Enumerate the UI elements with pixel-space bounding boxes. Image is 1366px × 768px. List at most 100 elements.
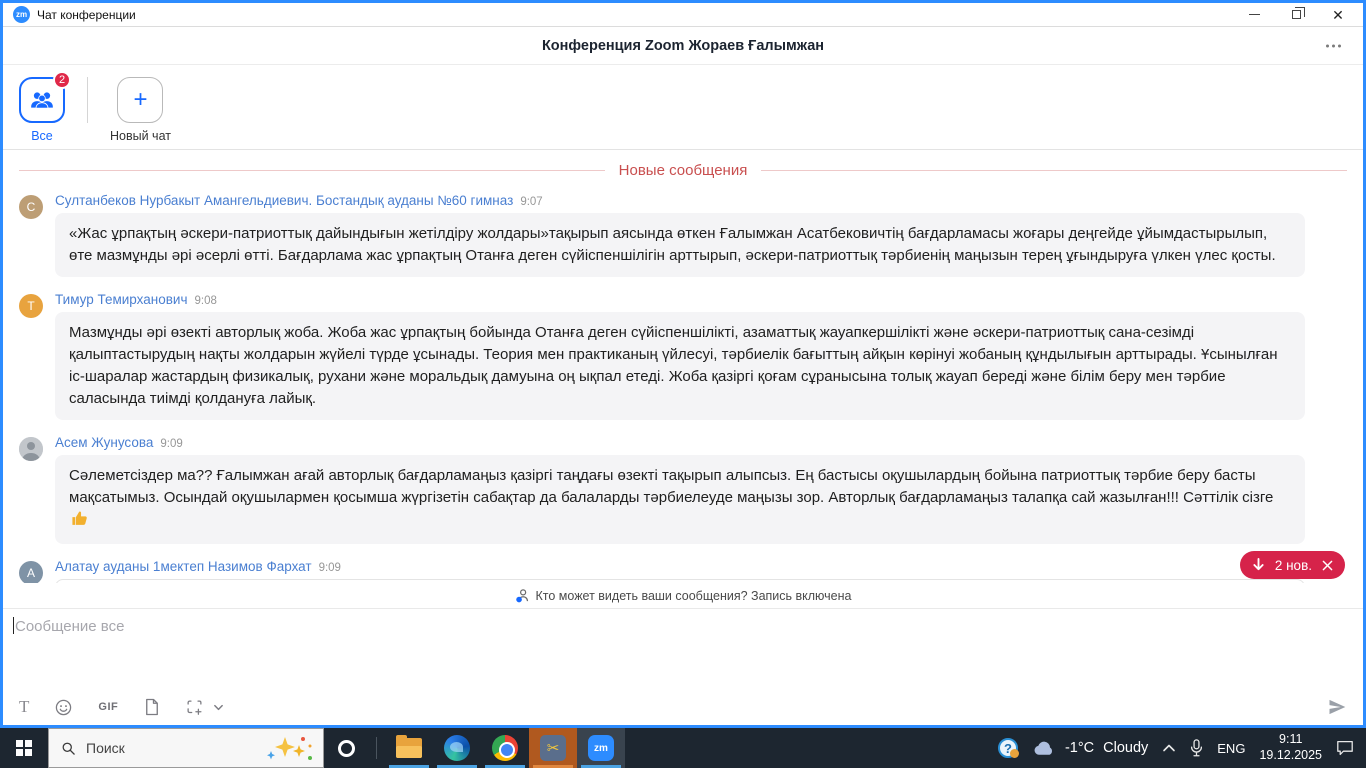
taskbar-file-explorer[interactable] [385, 728, 433, 768]
ring-icon [337, 739, 355, 757]
avatar: C [19, 195, 43, 219]
composer-toolbar: T GIF [3, 693, 1363, 725]
new-chat-tile[interactable]: + [117, 77, 164, 123]
weather-condition: Cloudy [1103, 740, 1149, 756]
chat-tabs: 2 Все + Новый чат [3, 65, 1363, 150]
meeting-header: Конференция Zoom Жораев Ғалымжан [3, 27, 1363, 65]
avatar-initial: C [26, 200, 36, 214]
send-button[interactable] [1327, 697, 1347, 717]
start-button[interactable] [0, 728, 48, 768]
message-row: A Алатау ауданы 1мектеп Назимов Фархат 9… [3, 559, 1363, 583]
message-time: 9:08 [194, 295, 217, 308]
avatar-initial: A [26, 566, 35, 581]
tray-chevron-up[interactable] [1162, 743, 1176, 753]
window-title: Чат конференции [37, 7, 136, 22]
meeting-title: Конференция Zoom Жораев Ғалымжан [541, 37, 825, 54]
input-placeholder: Сообщение все [15, 618, 125, 635]
message-text: Мазмұнды әрі өзекті авторлық жоба. Жоба … [69, 324, 1278, 408]
minimize-icon [1248, 14, 1260, 15]
unread-count-badge: 2 [53, 71, 71, 89]
message-input[interactable]: Сообщение все [3, 609, 1363, 693]
restore-icon [1291, 7, 1305, 19]
person-photo-icon [19, 437, 43, 462]
arrow-down-icon [1253, 558, 1264, 571]
weather-widget[interactable]: -1°C Cloudy [1032, 740, 1148, 756]
search-highlights-icon[interactable] [263, 733, 315, 763]
search-icon [62, 742, 75, 755]
message-text: Сәлеметсіздер ма?? Ғалымжан ағай авторлы… [69, 467, 1274, 507]
new-chat-label: Новый чат [110, 129, 171, 143]
microphone-tray-icon[interactable] [1190, 739, 1203, 757]
dismiss-icon[interactable] [1322, 560, 1333, 571]
message-time: 9:09 [160, 438, 183, 451]
new-chat-button[interactable]: + Новый чат [110, 77, 171, 143]
zoom-chat-window: zm Чат конференции ✕ Конференция Zoom Жо… [0, 0, 1366, 728]
action-center-icon[interactable] [1336, 740, 1354, 756]
all-chats-tile[interactable]: 2 [19, 71, 71, 123]
windows-logo-icon [16, 740, 32, 756]
taskbar-tray: ? -1°C Cloudy ENG 9:11 19.12.2025 [997, 728, 1366, 768]
privacy-note[interactable]: Кто может видеть ваши сообщения? Запись … [3, 583, 1363, 609]
divider-line [19, 170, 605, 171]
sender-name: Тимур Темирханович [55, 292, 188, 308]
tab-all-label: Все [31, 129, 53, 143]
zoom-app-icon: zm [588, 735, 614, 761]
taskbar: Поиск ✂ zm ? -1°C Cloudy ENG 9:11 19.12.… [0, 728, 1366, 768]
taskbar-separator [376, 737, 377, 759]
new-messages-pill[interactable]: 2 нов. [1239, 551, 1345, 579]
plus-icon: + [133, 86, 148, 113]
search-placeholder: Поиск [86, 740, 125, 756]
taskbar-edge[interactable] [433, 728, 481, 768]
new-messages-divider: Новые сообщения [19, 162, 1347, 179]
new-pill-label: 2 нов. [1274, 557, 1312, 573]
taskbar-snipping-tool[interactable]: ✂ [529, 728, 577, 768]
restore-button[interactable] [1275, 4, 1317, 26]
send-plane-icon [1329, 699, 1346, 715]
avatar-photo [19, 437, 43, 462]
notification-dot [1009, 749, 1019, 758]
sender-name: Алатау ауданы 1мектеп Назимов Фархат [55, 559, 312, 575]
message-text: «Жас ұрпақтың әскери-патриоттық дайындығ… [69, 225, 1276, 265]
gif-button[interactable]: GIF [98, 701, 118, 713]
taskbar-chrome[interactable] [481, 728, 529, 768]
privacy-note-text: Кто может видеть ваши сообщения? Запись … [535, 588, 852, 603]
cloud-icon [1034, 741, 1052, 755]
clock-date: 19.12.2025 [1259, 748, 1322, 762]
message-time: 9:07 [520, 196, 543, 208]
taskbar-zoom[interactable]: zm [577, 728, 625, 768]
more-options-button[interactable] [1326, 44, 1341, 47]
chat-message-list[interactable]: Новые сообщения C Султанбеков Нурбакыт А… [3, 150, 1363, 583]
thumbs-up-emoji [71, 510, 88, 534]
close-button[interactable]: ✕ [1317, 4, 1359, 26]
avatar: T [19, 294, 43, 319]
message-bubble: Сәлеметсіздер ма?? Ғалымжан ағай авторлы… [55, 455, 1305, 545]
chrome-icon [492, 735, 518, 761]
help-tray-icon[interactable]: ? [997, 738, 1019, 758]
taskbar-search-box[interactable]: Поиск [48, 728, 324, 768]
language-indicator[interactable]: ENG [1217, 741, 1245, 756]
message-bubble: «Жас ұрпақтың әскери-патриоттық дайындығ… [55, 213, 1305, 278]
avatar: A [19, 561, 43, 583]
new-messages-label: Новые сообщения [618, 162, 748, 179]
titlebar: zm Чат конференции ✕ [3, 3, 1363, 27]
format-text-button[interactable]: T [19, 697, 29, 717]
sender-name: Асем Жунусова [55, 435, 154, 451]
tab-all-chats[interactable]: 2 Все [19, 71, 71, 143]
minimize-button[interactable] [1233, 4, 1275, 26]
capture-options-chevron-icon[interactable] [213, 702, 224, 713]
message-time: 9:09 [318, 562, 341, 575]
zoom-logo-icon: zm [13, 6, 30, 23]
emoji-button[interactable] [55, 699, 72, 716]
file-explorer-icon [396, 735, 422, 758]
sender-name: Султанбеков Нурбакыт Амангельдиевич. Бос… [55, 193, 514, 208]
screen-capture-button[interactable] [186, 699, 203, 716]
avatar-initial: T [27, 299, 35, 314]
weather-temp: -1°C [1064, 740, 1095, 756]
attach-file-button[interactable] [144, 698, 160, 716]
taskbar-clock[interactable]: 9:11 19.12.2025 [1259, 732, 1322, 763]
message-bubble-empty [55, 579, 1305, 583]
desktop-screen: zm Чат конференции ✕ Конференция Zoom Жо… [0, 0, 1366, 768]
taskbar-cortana-button[interactable] [324, 728, 368, 768]
people-icon [31, 92, 53, 109]
clock-time: 9:11 [1279, 732, 1303, 747]
